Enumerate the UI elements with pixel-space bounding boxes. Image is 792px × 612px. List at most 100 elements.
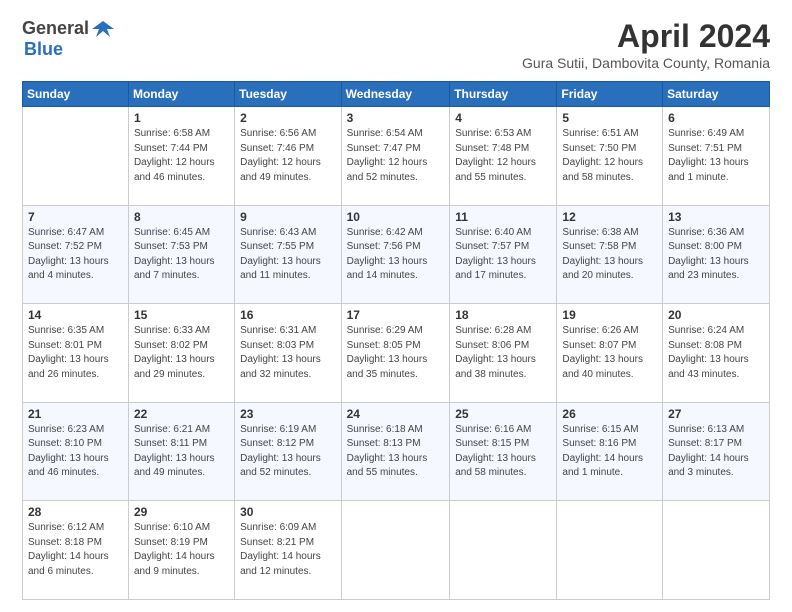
logo-general: General [22, 18, 89, 39]
col-monday: Monday [128, 82, 234, 107]
day-info: Sunrise: 6:58 AM Sunset: 7:44 PM Dayligh… [134, 127, 229, 185]
day-info: Sunrise: 6:28 AM Sunset: 8:06 PM Dayligh… [455, 324, 551, 382]
day-number: 22 [134, 407, 229, 421]
calendar-cell: 8 Sunrise: 6:45 AM Sunset: 7:53 PM Daylig… [128, 205, 234, 304]
calendar-cell: 7Sunrise: 6:47 AM Sunset: 7:52 PM Daylig… [23, 205, 129, 304]
day-number: 9 [240, 210, 335, 224]
col-sunday: Sunday [23, 82, 129, 107]
calendar-cell: 19 Sunrise: 6:26 AM Sunset: 8:07 PM Dayli… [557, 304, 663, 403]
day-number: 5 [562, 111, 657, 125]
calendar-cell: 26Sunrise: 6:15 AM Sunset: 8:16 PM Dayli… [557, 402, 663, 501]
calendar-week-row: 21 Sunrise: 6:23 AM Sunset: 8:10 PM Dayli… [23, 402, 770, 501]
day-info: Sunrise: 6:23 AM Sunset: 8:10 PM Dayligh… [28, 423, 123, 481]
day-info: Sunrise: 6:45 AM Sunset: 7:53 PM Dayligh… [134, 226, 229, 284]
day-info: Sunrise: 6:56 AM Sunset: 7:46 PM Dayligh… [240, 127, 335, 185]
calendar-cell [663, 501, 770, 600]
day-info: Sunrise: 6:51 AM Sunset: 7:50 PM Dayligh… [562, 127, 657, 185]
calendar-cell: 27Sunrise: 6:13 AM Sunset: 8:17 PM Dayli… [663, 402, 770, 501]
day-number: 6 [668, 111, 764, 125]
day-info: Sunrise: 6:29 AM Sunset: 8:05 PM Dayligh… [347, 324, 445, 382]
calendar-cell: 2 Sunrise: 6:56 AM Sunset: 7:46 PM Daylig… [235, 107, 341, 206]
calendar-cell [557, 501, 663, 600]
day-number: 23 [240, 407, 335, 421]
day-info: Sunrise: 6:47 AM Sunset: 7:52 PM Dayligh… [28, 226, 123, 284]
day-info: Sunrise: 6:31 AM Sunset: 8:03 PM Dayligh… [240, 324, 335, 382]
calendar-header-row: Sunday Monday Tuesday Wednesday Thursday… [23, 82, 770, 107]
calendar-cell: 11 Sunrise: 6:40 AM Sunset: 7:57 PM Dayli… [450, 205, 557, 304]
day-info: Sunrise: 6:15 AM Sunset: 8:16 PM Dayligh… [562, 423, 657, 481]
calendar-week-row: 7Sunrise: 6:47 AM Sunset: 7:52 PM Daylig… [23, 205, 770, 304]
day-number: 1 [134, 111, 229, 125]
day-number: 10 [347, 210, 445, 224]
day-info: Sunrise: 6:19 AM Sunset: 8:12 PM Dayligh… [240, 423, 335, 481]
logo-bird-icon [92, 19, 114, 39]
col-tuesday: Tuesday [235, 82, 341, 107]
day-number: 11 [455, 210, 551, 224]
col-saturday: Saturday [663, 82, 770, 107]
calendar-cell: 22 Sunrise: 6:21 AM Sunset: 8:11 PM Dayli… [128, 402, 234, 501]
day-number: 29 [134, 505, 229, 519]
calendar-cell: 18 Sunrise: 6:28 AM Sunset: 8:06 PM Dayli… [450, 304, 557, 403]
title-block: April 2024 Gura Sutii, Dambovita County,… [522, 18, 770, 71]
day-info: Sunrise: 6:24 AM Sunset: 8:08 PM Dayligh… [668, 324, 764, 382]
calendar-cell: 25Sunrise: 6:16 AM Sunset: 8:15 PM Dayli… [450, 402, 557, 501]
day-number: 16 [240, 308, 335, 322]
day-number: 21 [28, 407, 123, 421]
day-info: Sunrise: 6:18 AM Sunset: 8:13 PM Dayligh… [347, 423, 445, 481]
day-number: 28 [28, 505, 123, 519]
subtitle: Gura Sutii, Dambovita County, Romania [522, 55, 770, 71]
day-number: 14 [28, 308, 123, 322]
calendar-cell: 20 Sunrise: 6:24 AM Sunset: 8:08 PM Dayli… [663, 304, 770, 403]
logo-blue: Blue [24, 39, 63, 59]
day-info: Sunrise: 6:33 AM Sunset: 8:02 PM Dayligh… [134, 324, 229, 382]
day-number: 18 [455, 308, 551, 322]
day-info: Sunrise: 6:36 AM Sunset: 8:00 PM Dayligh… [668, 226, 764, 284]
calendar-cell: 5 Sunrise: 6:51 AM Sunset: 7:50 PM Daylig… [557, 107, 663, 206]
day-number: 20 [668, 308, 764, 322]
calendar-cell: 9 Sunrise: 6:43 AM Sunset: 7:55 PM Daylig… [235, 205, 341, 304]
calendar-table: Sunday Monday Tuesday Wednesday Thursday… [22, 81, 770, 600]
day-info: Sunrise: 6:35 AM Sunset: 8:01 PM Dayligh… [28, 324, 123, 382]
day-info: Sunrise: 6:26 AM Sunset: 8:07 PM Dayligh… [562, 324, 657, 382]
col-wednesday: Wednesday [341, 82, 450, 107]
day-info: Sunrise: 6:53 AM Sunset: 7:48 PM Dayligh… [455, 127, 551, 185]
col-thursday: Thursday [450, 82, 557, 107]
calendar-cell: 30Sunrise: 6:09 AM Sunset: 8:21 PM Dayli… [235, 501, 341, 600]
calendar-cell: 3Sunrise: 6:54 AM Sunset: 7:47 PM Daylig… [341, 107, 450, 206]
calendar-week-row: 1 Sunrise: 6:58 AM Sunset: 7:44 PM Daylig… [23, 107, 770, 206]
calendar-cell: 17 Sunrise: 6:29 AM Sunset: 8:05 PM Dayli… [341, 304, 450, 403]
day-number: 17 [347, 308, 445, 322]
day-number: 13 [668, 210, 764, 224]
day-info: Sunrise: 6:16 AM Sunset: 8:15 PM Dayligh… [455, 423, 551, 481]
calendar-cell: 12Sunrise: 6:38 AM Sunset: 7:58 PM Dayli… [557, 205, 663, 304]
calendar-cell: 21 Sunrise: 6:23 AM Sunset: 8:10 PM Dayli… [23, 402, 129, 501]
day-number: 19 [562, 308, 657, 322]
calendar-cell: 13 Sunrise: 6:36 AM Sunset: 8:00 PM Dayli… [663, 205, 770, 304]
day-number: 4 [455, 111, 551, 125]
logo: General Blue [22, 18, 117, 60]
day-info: Sunrise: 6:21 AM Sunset: 8:11 PM Dayligh… [134, 423, 229, 481]
day-info: Sunrise: 6:40 AM Sunset: 7:57 PM Dayligh… [455, 226, 551, 284]
calendar-cell [341, 501, 450, 600]
day-info: Sunrise: 6:10 AM Sunset: 8:19 PM Dayligh… [134, 521, 229, 579]
calendar-week-row: 28 Sunrise: 6:12 AM Sunset: 8:18 PM Dayli… [23, 501, 770, 600]
page: General Blue April 2024 Gura Sutii, Damb… [0, 0, 792, 612]
calendar-cell: 15Sunrise: 6:33 AM Sunset: 8:02 PM Dayli… [128, 304, 234, 403]
day-number: 8 [134, 210, 229, 224]
calendar-cell: 16 Sunrise: 6:31 AM Sunset: 8:03 PM Dayli… [235, 304, 341, 403]
calendar-week-row: 14 Sunrise: 6:35 AM Sunset: 8:01 PM Dayli… [23, 304, 770, 403]
calendar-cell: 28 Sunrise: 6:12 AM Sunset: 8:18 PM Dayli… [23, 501, 129, 600]
calendar-cell: 1 Sunrise: 6:58 AM Sunset: 7:44 PM Daylig… [128, 107, 234, 206]
day-info: Sunrise: 6:43 AM Sunset: 7:55 PM Dayligh… [240, 226, 335, 284]
calendar-cell [23, 107, 129, 206]
calendar-cell: 14 Sunrise: 6:35 AM Sunset: 8:01 PM Dayli… [23, 304, 129, 403]
day-info: Sunrise: 6:12 AM Sunset: 8:18 PM Dayligh… [28, 521, 123, 579]
col-friday: Friday [557, 82, 663, 107]
day-info: Sunrise: 6:13 AM Sunset: 8:17 PM Dayligh… [668, 423, 764, 481]
day-info: Sunrise: 6:09 AM Sunset: 8:21 PM Dayligh… [240, 521, 335, 579]
day-number: 2 [240, 111, 335, 125]
calendar-cell: 6Sunrise: 6:49 AM Sunset: 7:51 PM Daylig… [663, 107, 770, 206]
calendar-cell: 23 Sunrise: 6:19 AM Sunset: 8:12 PM Dayli… [235, 402, 341, 501]
day-number: 3 [347, 111, 445, 125]
day-number: 12 [562, 210, 657, 224]
